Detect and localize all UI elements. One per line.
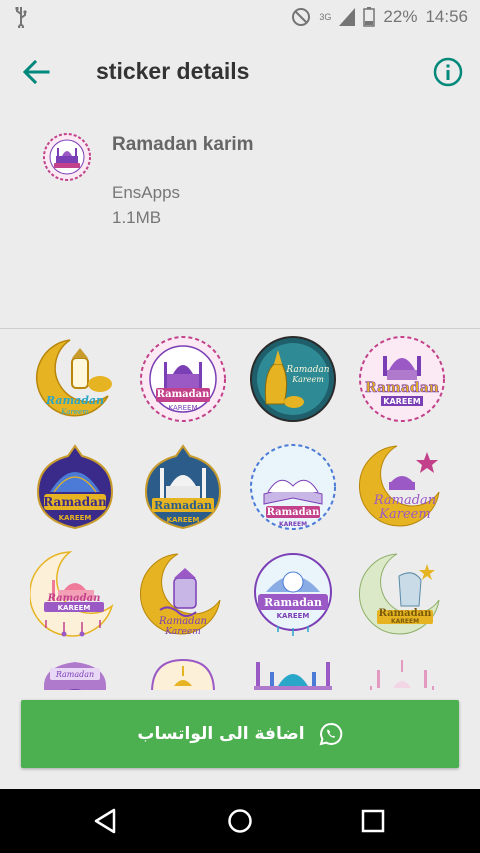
signal-icon [339,8,356,26]
sticker-grid: Ramadan Kareem Ramadan KAREEM Ramadan Ka… [0,330,480,690]
sticker-item[interactable]: Ramadan Kareem [357,442,447,532]
skyline-mosque-sticker [254,662,332,690]
sticker-caption: KAREEM [59,514,92,522]
network-type: 3G [319,12,332,22]
sticker-caption: Ramadan [158,616,207,627]
sticker-item[interactable] [138,656,228,690]
sticker-caption: Kareem [60,408,89,416]
back-arrow-icon[interactable] [18,56,54,88]
sticker-caption: Ramadan [43,495,107,509]
sticker-item[interactable]: Ramadan KAREEM [248,550,338,640]
sticker-item[interactable] [248,656,338,690]
sticker-caption: Kareem [378,507,430,522]
sticker-caption: Ramadan [285,365,329,375]
add-button-label: اضافة الى الواتساب [137,724,305,744]
battery-icon [363,7,376,27]
back-nav-icon[interactable] [90,805,122,837]
clock: 14:56 [425,7,468,26]
mosque-title-sticker: Ramadan KAREEM [359,336,445,422]
pack-name: Ramadan karim [112,134,254,155]
home-nav-icon[interactable] [224,805,256,837]
sticker-item[interactable]: Ramadan KAREEM [138,334,228,424]
crescent-mosque-sticker: Ramadan KAREEM [30,551,114,637]
add-to-whatsapp-button[interactable]: اضافة الى الواتساب [21,700,459,768]
sticker-caption: KAREEM [168,404,197,412]
sticker-caption: Ramadan [264,596,322,609]
app-bar: sticker details [0,34,480,110]
crescent-lantern-sticker: Ramadan Kareem [35,339,112,417]
sticker-caption: Ramadan [154,499,212,512]
page-title: sticker details [96,58,250,84]
sticker-item[interactable]: Ramadan Kareem [248,334,338,424]
crescent-star-sticker: Ramadan Kareem [358,445,440,527]
sticker-caption: Ramadan [267,507,321,518]
usb-icon [15,7,27,28]
light-mosque-sticker [370,660,434,690]
status-bar: 3G 22% 14:56 [0,0,480,34]
arch-mosque-sticker [151,658,215,690]
info-icon[interactable] [432,56,464,88]
crescent-lamp-sticker: Ramadan Kareem [139,553,221,637]
sticker-caption: KAREEM [58,604,91,612]
sticker-caption: KAREEM [383,397,420,406]
sticker-caption: KAREEM [391,618,419,625]
mosque-night-sticker: Ramadan KAREEM [144,444,222,530]
sticker-caption: Ramadan [365,380,439,396]
whatsapp-icon [319,722,342,746]
sticker-caption: KAREEM [279,521,307,528]
divider [0,328,480,329]
sticker-caption: KAREEM [277,612,310,620]
quran-sticker: Ramadan KAREEM [250,444,336,530]
sticker-item[interactable]: Ramadan KAREEM [30,550,120,640]
sticker-caption: Kareem [164,627,201,637]
sticker-caption: Ramadan [45,394,104,407]
pack-size: 1.1MB [112,208,162,227]
sticker-item[interactable]: Ramadan KAREEM [357,550,447,640]
sticker-item[interactable]: Ramadan Kareem [138,550,228,640]
do-not-disturb-icon [292,8,311,26]
sticker-caption: KAREEM [167,516,200,524]
lantern-frame-sticker: Ramadan KAREEM [254,553,332,636]
pack-tray-icon [43,133,91,181]
sticker-caption: Ramadan [47,593,101,604]
sticker-item[interactable]: Ramadan KAREEM [248,442,338,532]
sticker-item[interactable]: Ramadan KAREEM [357,334,447,424]
sticker-caption: Ramadan [373,493,436,508]
sticker-caption: Kareem [291,375,324,384]
battery-percent: 22% [383,7,418,26]
pack-publisher: EnsApps [112,183,181,202]
teapot-sticker: Ramadan Kareem [250,336,336,422]
lantern-dome-sticker: Ramadan KAREEM [36,444,114,530]
sticker-item[interactable] [357,656,447,690]
navigation-bar [0,789,480,853]
sticker-item[interactable]: Ramadan Kareem [30,334,120,424]
mosque-frame-sticker: Ramadan KAREEM [140,336,226,422]
sticker-caption: Ramadan [157,389,211,400]
sticker-item[interactable]: Ramadan KAREEM [138,442,228,532]
crescent-teapot-sticker: Ramadan KAREEM [358,553,440,635]
sticker-caption: Ramadan [55,670,94,679]
recents-nav-icon[interactable] [357,805,389,837]
sticker-item[interactable]: Ramadan [30,656,120,690]
sticker-item[interactable]: Ramadan KAREEM [30,442,120,532]
purple-mosque-sticker: Ramadan [44,662,106,690]
pack-header: Ramadan karim EnsApps 1.1MB [0,110,480,328]
